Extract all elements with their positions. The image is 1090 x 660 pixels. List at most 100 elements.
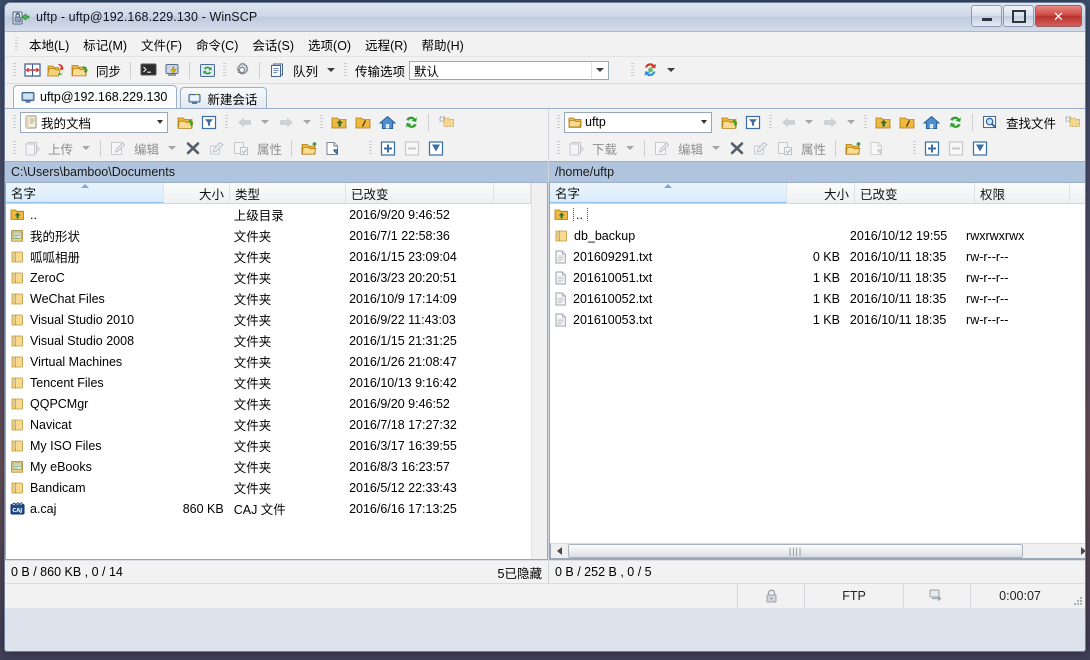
status-protocol[interactable]: FTP	[804, 584, 903, 608]
local-column-type[interactable]: 类型	[230, 183, 346, 203]
minimize-button[interactable]	[971, 5, 1002, 27]
table-row[interactable]: ZeroC 文件夹 2016/3/23 20:20:51	[6, 267, 531, 288]
remote-new-directory-button[interactable]	[841, 136, 865, 160]
status-transfer-queue[interactable]	[903, 584, 970, 608]
remote-download-dropdown-icon[interactable]	[626, 146, 635, 150]
local-root-directory-button[interactable]	[351, 110, 375, 134]
remote-file-toolbar-grip[interactable]	[557, 140, 560, 156]
local-delete-button[interactable]	[181, 136, 205, 160]
table-row[interactable]: CAJ a.caj 860 KB CAJ 文件 2016/6/16 17:13:25	[6, 498, 531, 519]
close-button[interactable]: ✕	[1035, 5, 1082, 27]
synchronize-label[interactable]: 同步	[92, 61, 125, 80]
table-row[interactable]: My eBooks 文件夹 2016/8/3 16:23:57	[6, 456, 531, 477]
table-row[interactable]: Visual Studio 2010 文件夹 2016/9/22 11:43:03	[6, 309, 531, 330]
local-back-button[interactable]	[232, 110, 256, 134]
local-column-name[interactable]: 名字	[6, 183, 164, 203]
table-row[interactable]: Virtual Machines 文件夹 2016/1/26 21:08:47	[6, 351, 531, 372]
remote-properties-label[interactable]: 属性	[797, 139, 830, 158]
local-filter-button[interactable]	[197, 110, 221, 134]
toolbar-grip-2[interactable]	[223, 62, 227, 78]
local-directory-dropdown-icon[interactable]	[153, 120, 167, 124]
table-row[interactable]: 201610051.txt 1 KB 2016/10/11 18:35 rw-r--r…	[550, 267, 1085, 288]
remote-edit-dropdown-icon[interactable]	[712, 146, 721, 150]
local-upload-button[interactable]	[20, 136, 44, 160]
local-column-size[interactable]: 大小	[164, 183, 230, 203]
session-color-button[interactable]	[638, 58, 662, 82]
local-open-directory-button[interactable]	[173, 110, 197, 134]
remote-hscroll-left-button[interactable]	[551, 544, 567, 558]
remote-toolbar-grip[interactable]	[557, 114, 560, 130]
menu-command[interactable]: 命令(C)	[189, 32, 245, 57]
remote-find-files-button[interactable]	[978, 110, 1002, 134]
local-file-toolbar-grip[interactable]	[13, 140, 16, 156]
remote-filter-button[interactable]	[741, 110, 765, 134]
local-scroll-down-button[interactable]	[532, 544, 547, 559]
menu-options[interactable]: 选项(O)	[301, 32, 358, 57]
table-row[interactable]: My ISO Files 文件夹 2016/3/17 16:39:55	[6, 435, 531, 456]
menu-local[interactable]: 本地(L)	[22, 32, 76, 57]
local-rows[interactable]: .. 上级目录 2016/9/20 9:46:52 我的形状 文件夹 2016/7/1 2…	[6, 204, 531, 559]
local-upload-dropdown-icon[interactable]	[82, 146, 91, 150]
table-row[interactable]: Bandicam 文件夹 2016/5/12 22:33:43	[6, 477, 531, 498]
table-row[interactable]: db_backup 2016/10/12 19:55 rwxrwxrwx	[550, 225, 1085, 246]
remote-home-directory-button[interactable]	[919, 110, 943, 134]
remote-directory-combo[interactable]: uftp	[564, 111, 712, 133]
local-nav-grip[interactable]	[225, 114, 228, 130]
table-row[interactable]: ..	[550, 204, 1085, 225]
remote-invert-selection-button[interactable]	[968, 136, 992, 160]
remote-back-button[interactable]	[776, 110, 800, 134]
remote-dir-grip[interactable]	[864, 114, 867, 130]
remote-delete-button[interactable]	[725, 136, 749, 160]
refresh-button[interactable]	[195, 58, 219, 82]
synchronize-browsing-button[interactable]	[44, 58, 68, 82]
remote-download-button[interactable]	[564, 136, 588, 160]
local-toolbar-grip[interactable]	[13, 114, 16, 130]
remote-hscroll-right-button[interactable]	[1075, 544, 1085, 558]
menu-session[interactable]: 会话(S)	[245, 32, 301, 57]
toolbar-grip-3[interactable]	[344, 62, 348, 78]
local-back-dropdown-icon[interactable]	[261, 120, 269, 124]
console-button[interactable]	[136, 58, 160, 82]
remote-download-label[interactable]: 下载	[588, 139, 621, 158]
tab-new-session[interactable]: 新建会话	[180, 87, 268, 108]
remote-column-size[interactable]: 大小	[787, 183, 855, 203]
table-row[interactable]: 呱呱相册 文件夹 2016/1/15 23:09:04	[6, 246, 531, 267]
table-row[interactable]: 201609291.txt 0 KB 2016/10/11 18:35 rw-r--r…	[550, 246, 1085, 267]
remote-refresh-button[interactable]	[943, 110, 967, 134]
status-security[interactable]	[737, 584, 804, 608]
local-edit-button[interactable]	[106, 136, 130, 160]
remote-hscroll-track[interactable]: ||||	[567, 544, 1075, 558]
local-add-bookmark-button[interactable]	[434, 110, 458, 134]
table-row[interactable]: 201610052.txt 1 KB 2016/10/11 18:35 rw-r--r…	[550, 288, 1085, 309]
remote-unselect-group-button[interactable]	[944, 136, 968, 160]
local-vertical-scrollbar[interactable]	[531, 183, 547, 559]
remote-properties-button[interactable]	[773, 136, 797, 160]
local-upload-label[interactable]: 上传	[44, 139, 77, 158]
tab-session-uftp[interactable]: uftp@192.168.229.130	[13, 85, 178, 108]
remote-rename-button[interactable]	[749, 136, 773, 160]
menu-mark[interactable]: 标记(M)	[76, 32, 134, 57]
queue-dropdown-icon[interactable]	[327, 68, 336, 72]
local-properties-button[interactable]	[229, 136, 253, 160]
remote-edit-label[interactable]: 编辑	[674, 139, 707, 158]
remote-add-bookmark-button[interactable]	[1060, 110, 1084, 134]
remote-root-directory-button[interactable]	[895, 110, 919, 134]
local-rename-button[interactable]	[205, 136, 229, 160]
table-row[interactable]: QQPCMgr 文件夹 2016/9/20 9:46:52	[6, 393, 531, 414]
synchronize-button[interactable]	[68, 58, 92, 82]
queue-button[interactable]	[265, 58, 289, 82]
table-row[interactable]: Tencent Files 文件夹 2016/10/13 9:16:42	[6, 372, 531, 393]
remote-forward-button[interactable]	[818, 110, 842, 134]
local-home-directory-button[interactable]	[375, 110, 399, 134]
transfer-preset-combo[interactable]: 默认	[409, 60, 610, 80]
transfer-preset-dropdown-icon[interactable]	[591, 61, 608, 79]
remote-rows[interactable]: .. db_backup 2016/10/12 19:55 rwxrwxrwx 2016…	[550, 204, 1085, 543]
local-parent-directory-button[interactable]	[327, 110, 351, 134]
local-column-extra[interactable]	[494, 183, 531, 203]
compare-directories-button[interactable]	[20, 58, 44, 82]
table-row[interactable]: WeChat Files 文件夹 2016/10/9 17:14:09	[6, 288, 531, 309]
toolbar-grip-4[interactable]	[631, 62, 635, 78]
session-color-dropdown-icon[interactable]	[667, 68, 676, 72]
remote-selection-grip[interactable]	[913, 140, 917, 156]
remote-column-changed[interactable]: 已改变	[855, 183, 975, 203]
